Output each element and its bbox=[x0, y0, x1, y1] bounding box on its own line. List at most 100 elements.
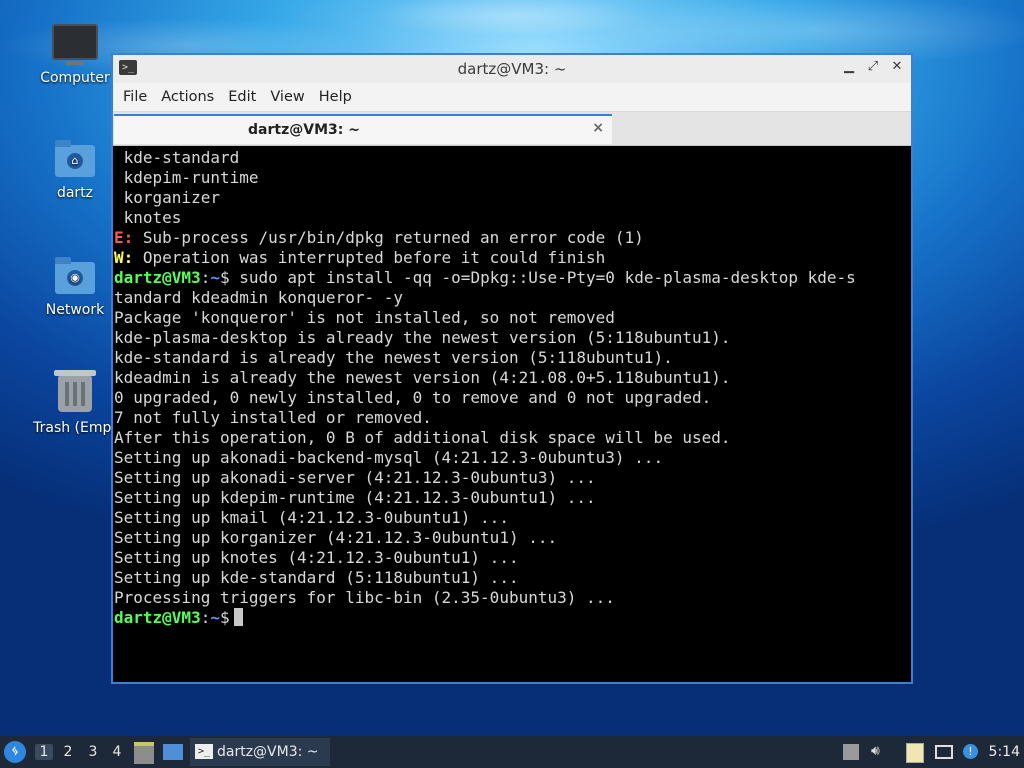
terminal-line: kdepim-runtime bbox=[114, 168, 911, 188]
terminal-text: : bbox=[200, 268, 211, 287]
terminal-text: kdepim-runtime bbox=[114, 168, 259, 187]
terminal-line: Setting up akonadi-server (4:21.12.3-0ub… bbox=[114, 468, 911, 488]
terminal-text: Setting up kdepim-runtime (4:21.12.3-0ub… bbox=[114, 488, 596, 507]
terminal-line: Setting up korganizer (4:21.12.3-0ubuntu… bbox=[114, 528, 911, 548]
tab-bar: dartz@VM3: ~ × bbox=[113, 112, 911, 146]
terminal-line: Processing triggers for libc-bin (2.35-0… bbox=[114, 588, 911, 608]
terminal-line: tandard kdeadmin konqueror- -y bbox=[114, 288, 911, 308]
taskbar-task-terminal[interactable]: >_ dartz@VM3: ~ bbox=[190, 738, 330, 766]
terminal-line: Setting up akonadi-backend-mysql (4:21.1… bbox=[114, 448, 911, 468]
terminal-highlight: E: bbox=[114, 228, 134, 247]
update-notifier-icon[interactable]: ! bbox=[963, 744, 978, 759]
tab-terminal[interactable]: dartz@VM3: ~ × bbox=[114, 114, 612, 144]
workspace-3[interactable]: 3 bbox=[84, 744, 102, 760]
desktop-icon-home[interactable]: ⌂ dartz bbox=[30, 140, 120, 201]
terminal-highlight: dartz@VM3 bbox=[114, 268, 201, 287]
terminal-line: kde-standard is already the newest versi… bbox=[114, 348, 911, 368]
terminal-line: knotes bbox=[114, 208, 911, 228]
close-button[interactable]: ✕ bbox=[889, 59, 905, 74]
clock[interactable]: 5:14 bbox=[989, 744, 1020, 760]
terminal-line: E: Sub-process /usr/bin/dpkg returned an… bbox=[114, 228, 911, 248]
network-folder-icon: ◉ bbox=[55, 257, 95, 294]
terminal-line: Setting up kde-standard (5:118ubuntu1) .… bbox=[114, 568, 911, 588]
terminal-output[interactable]: kde-standard kdepim-runtime korganizer k… bbox=[113, 146, 911, 682]
terminal-line: 0 upgraded, 0 newly installed, 0 to remo… bbox=[114, 388, 911, 408]
terminal-line: kde-plasma-desktop is already the newest… bbox=[114, 328, 911, 348]
terminal-text: Setting up kmail (4:21.12.3-0ubuntu1) ..… bbox=[114, 508, 509, 527]
menu-actions[interactable]: Actions bbox=[159, 89, 226, 105]
terminal-line: Package 'konqueror' is not installed, so… bbox=[114, 308, 911, 328]
terminal-text: 0 upgraded, 0 newly installed, 0 to remo… bbox=[114, 388, 712, 407]
desktop-icon-label: dartz bbox=[56, 185, 94, 201]
minimize-button[interactable]: ▁ bbox=[841, 59, 857, 74]
menu-file[interactable]: File bbox=[121, 89, 159, 105]
terminal-line: kdeadmin is already the newest version (… bbox=[114, 368, 911, 388]
terminal-text: : bbox=[200, 608, 211, 627]
clipboard-icon[interactable] bbox=[906, 743, 924, 763]
workspace-4[interactable]: 4 bbox=[108, 744, 126, 760]
terminal-text: Setting up akonadi-server (4:21.12.3-0ub… bbox=[114, 468, 596, 487]
terminal-cursor bbox=[233, 608, 243, 626]
terminal-text: Setting up kde-standard (5:118ubuntu1) .… bbox=[114, 568, 519, 587]
terminal-text: Processing triggers for libc-bin (2.35-0… bbox=[114, 588, 615, 607]
show-desktop-icon[interactable] bbox=[163, 744, 183, 760]
terminal-line: kde-standard bbox=[114, 148, 911, 168]
taskbar: ᛃ 1 2 3 4 >_ dartz@VM3: ~ 🔊︎ ! 5:14 bbox=[0, 736, 1024, 768]
terminal-text: $ bbox=[219, 608, 230, 627]
terminal-text: Setting up akonadi-backend-mysql (4:21.1… bbox=[114, 448, 664, 467]
terminal-line: Setting up kdepim-runtime (4:21.12.3-0ub… bbox=[114, 488, 911, 508]
terminal-text: Operation was interrupted before it coul… bbox=[133, 248, 606, 267]
terminal-text: korganizer bbox=[114, 188, 220, 207]
terminal-line: W: Operation was interrupted before it c… bbox=[114, 248, 911, 268]
home-folder-icon: ⌂ bbox=[55, 140, 95, 177]
terminal-text: tandard kdeadmin konqueror- -y bbox=[114, 288, 403, 307]
maximize-button[interactable]: ⤢ bbox=[865, 59, 881, 74]
taskbar-task-label: dartz@VM3: ~ bbox=[217, 744, 319, 760]
eject-icon[interactable] bbox=[843, 744, 859, 760]
terminal-line: dartz@VM3:~$ bbox=[114, 608, 911, 628]
terminal-line: Setting up knotes (4:21.12.3-0ubuntu1) .… bbox=[114, 548, 911, 568]
menubar: File Actions Edit View Help bbox=[113, 83, 911, 112]
desktop-icon-label: Network bbox=[45, 302, 105, 318]
terminal-text: Package 'konqueror' is not installed, so… bbox=[114, 308, 615, 327]
terminal-icon: >_ bbox=[195, 744, 213, 759]
computer-icon bbox=[52, 24, 98, 65]
terminal-text: knotes bbox=[114, 208, 182, 227]
terminal-text: kdeadmin is already the newest version (… bbox=[114, 368, 731, 387]
menu-edit[interactable]: Edit bbox=[226, 89, 268, 105]
network-icon[interactable] bbox=[935, 745, 953, 759]
file-manager-launcher-icon[interactable] bbox=[134, 742, 154, 764]
workspace-2[interactable]: 2 bbox=[59, 744, 77, 760]
volume-icon[interactable]: 🔊︎ bbox=[871, 743, 880, 759]
desktop-icon-label: Computer bbox=[40, 70, 110, 86]
terminal-text: Setting up korganizer (4:21.12.3-0ubuntu… bbox=[114, 528, 558, 547]
terminal-text: kde-standard bbox=[114, 148, 240, 167]
desktop-icon-label: Trash (Empt bbox=[33, 420, 117, 436]
terminal-text: Setting up knotes (4:21.12.3-0ubuntu1) .… bbox=[114, 548, 519, 567]
window-titlebar[interactable]: >_ dartz@VM3: ~ ▁ ⤢ ✕ bbox=[113, 55, 911, 83]
tab-title: dartz@VM3: ~ bbox=[248, 122, 360, 138]
desktop-icon-trash[interactable]: Trash (Empt bbox=[26, 370, 124, 436]
terminal-line: 7 not fully installed or removed. bbox=[114, 408, 911, 428]
terminal-highlight: ~ bbox=[210, 268, 220, 287]
menu-help[interactable]: Help bbox=[317, 89, 364, 105]
desktop-icon-network[interactable]: ◉ Network bbox=[30, 257, 120, 318]
terminal-text: 7 not fully installed or removed. bbox=[114, 408, 432, 427]
terminal-line: Setting up kmail (4:21.12.3-0ubuntu1) ..… bbox=[114, 508, 911, 528]
workspace-1[interactable]: 1 bbox=[35, 744, 53, 760]
desktop-icon-computer[interactable]: Computer bbox=[30, 24, 120, 86]
terminal-text: kde-plasma-desktop is already the newest… bbox=[114, 328, 731, 347]
menu-view[interactable]: View bbox=[268, 89, 316, 105]
terminal-line: After this operation, 0 B of additional … bbox=[114, 428, 911, 448]
terminal-text: kde-standard is already the newest versi… bbox=[114, 348, 673, 367]
trash-icon bbox=[54, 370, 96, 412]
lubuntu-start-icon[interactable]: ᛃ bbox=[4, 741, 26, 763]
terminal-highlight: W: bbox=[114, 248, 134, 267]
terminal-line: korganizer bbox=[114, 188, 911, 208]
window-title: dartz@VM3: ~ bbox=[457, 60, 567, 78]
terminal-text: After this operation, 0 B of additional … bbox=[114, 428, 731, 447]
terminal-text: Sub-process /usr/bin/dpkg returned an er… bbox=[133, 228, 644, 247]
terminal-text: $ sudo apt install -qq -o=Dpkg::Use-Pty=… bbox=[219, 268, 856, 287]
tab-close-icon[interactable]: × bbox=[592, 120, 604, 136]
terminal-line: dartz@VM3:~$ sudo apt install -qq -o=Dpk… bbox=[114, 268, 911, 288]
